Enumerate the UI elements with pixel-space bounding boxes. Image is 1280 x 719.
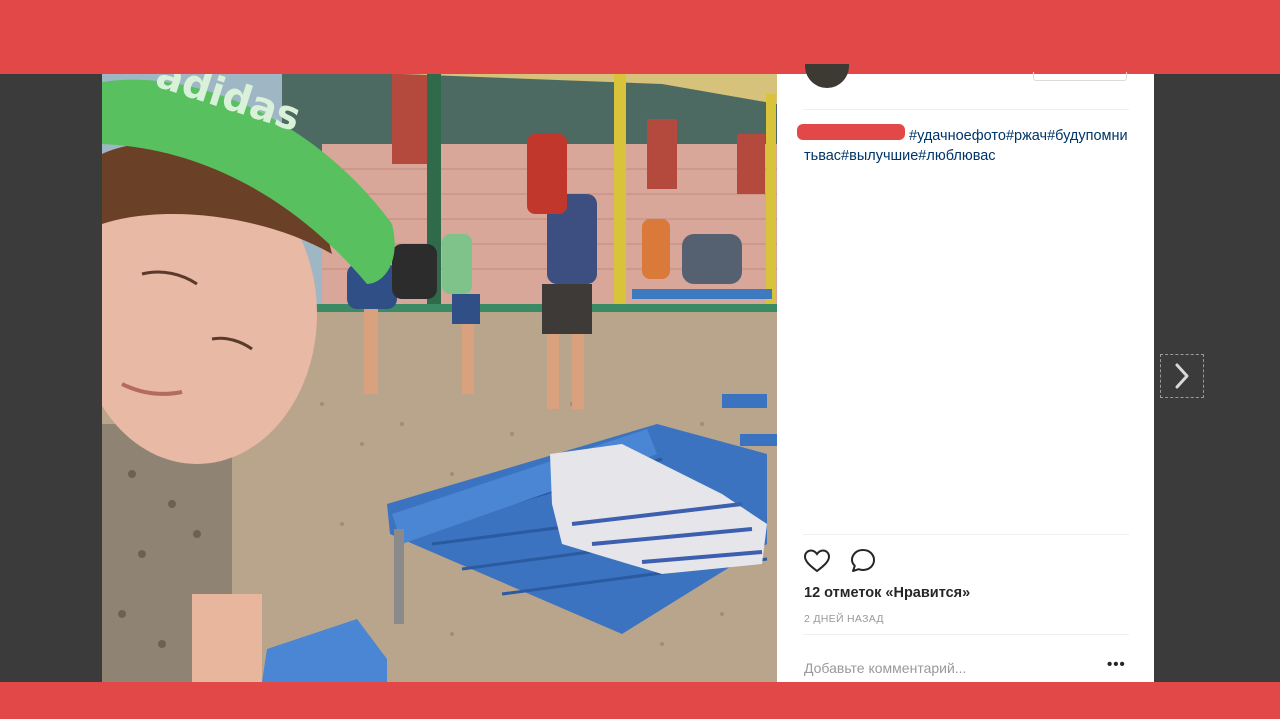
heart-icon[interactable]: [803, 547, 831, 575]
actions-divider: [803, 534, 1129, 535]
post-timestamp: 2 ДНЕЙ НАЗАД: [804, 613, 884, 625]
avatar[interactable]: [805, 64, 849, 88]
lightbox-backdrop-left: [0, 74, 102, 682]
caption-hashtags[interactable]: #удачноефото#ржач#будупомнитьвас#вылучши…: [804, 128, 1128, 164]
redaction-bar-bottom: [0, 682, 1280, 719]
chevron-right-icon[interactable]: [1160, 354, 1204, 398]
ellipsis-icon[interactable]: •••: [1107, 656, 1126, 673]
redaction-bar-top: [0, 0, 1280, 74]
comment-bubble-icon[interactable]: [849, 547, 877, 575]
likes-count[interactable]: 12 отметок «Нравится»: [804, 585, 970, 601]
follow-button[interactable]: [1033, 72, 1127, 81]
comment-divider: [803, 634, 1129, 635]
header-divider: [803, 109, 1129, 110]
post-photo: adidas: [102, 74, 777, 682]
comment-input[interactable]: [804, 657, 1094, 679]
post-caption: #удачноефото#ржач#будупомнитьвас#вылучши…: [804, 126, 1134, 166]
post-side-panel: #удачноефото#ржач#будупомнитьвас#вылучши…: [777, 64, 1154, 682]
